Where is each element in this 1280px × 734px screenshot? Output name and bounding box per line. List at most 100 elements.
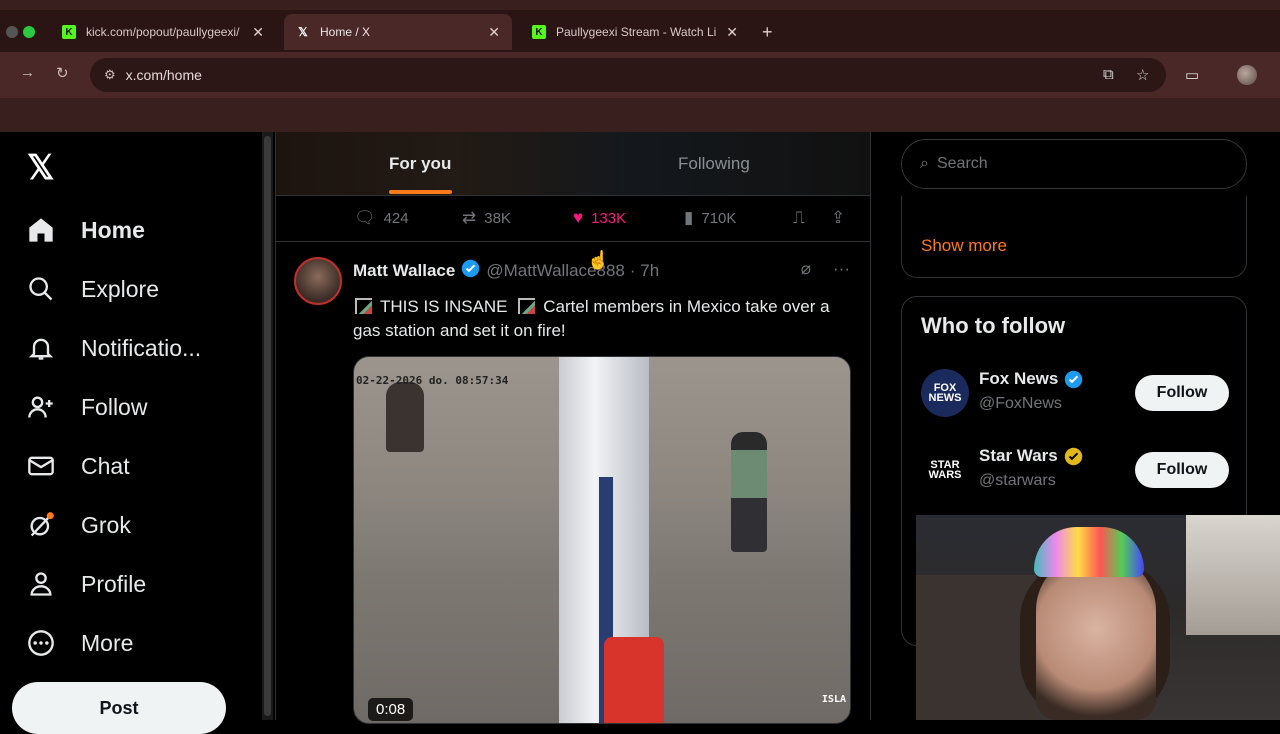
person-icon xyxy=(26,569,56,599)
feed-tabs: For you Following xyxy=(276,132,870,196)
broken-emoji-icon xyxy=(355,298,372,314)
window-control[interactable] xyxy=(6,26,18,38)
suggestion-name: Fox News xyxy=(979,369,1083,389)
profile-avatar[interactable] xyxy=(1237,65,1257,85)
nav-profile[interactable]: Profile xyxy=(26,564,146,604)
add-person-icon xyxy=(26,392,56,422)
forward-icon[interactable]: → xyxy=(20,64,35,81)
tweet-header: Matt Wallace @MattWallace888 · 7h xyxy=(353,259,659,283)
x-logo-icon[interactable]: 𝕏 xyxy=(27,148,54,188)
views-button[interactable]: ▮ 710K xyxy=(684,208,736,228)
video-watermark: ISLA xyxy=(821,694,846,705)
tab-for-you[interactable]: For you xyxy=(389,154,451,174)
nav-notifications[interactable]: Notificatio... xyxy=(26,328,201,368)
webcam-cabinet xyxy=(916,575,1036,720)
nav-chat[interactable]: Chat xyxy=(26,446,130,486)
verified-badge-icon xyxy=(461,259,480,283)
close-icon[interactable]: ✕ xyxy=(488,24,500,41)
address-bar[interactable]: ⚙ x.com/home xyxy=(90,58,1166,92)
repost-count: 38K xyxy=(484,209,511,227)
tweet[interactable]: Matt Wallace @MattWallace888 · 7h ⌀ ··· … xyxy=(276,243,870,724)
suggestion-handle: @FoxNews xyxy=(979,395,1062,412)
repost-button[interactable]: ⇄ 38K xyxy=(462,208,511,228)
bell-icon xyxy=(26,333,56,363)
more-icon[interactable]: ··· xyxy=(833,259,850,279)
follow-button[interactable]: Follow xyxy=(1135,452,1229,488)
video-red-canister xyxy=(604,637,664,723)
nav-notifications-label: Notificatio... xyxy=(81,334,202,361)
view-count: 710K xyxy=(701,209,737,227)
heart-icon: ♥ xyxy=(573,208,584,227)
nav-home[interactable]: Home xyxy=(26,210,145,250)
scrollbar-thumb[interactable] xyxy=(264,136,271,716)
webcam-window xyxy=(1186,515,1280,635)
site-settings-icon[interactable]: ⚙ xyxy=(104,67,116,83)
window-zoom-button[interactable] xyxy=(23,26,35,38)
nav-explore[interactable]: Explore xyxy=(26,269,159,309)
nav-follow-label: Follow xyxy=(81,393,148,420)
reply-button[interactable]: 🗨 424 xyxy=(354,208,409,228)
verified-badge-icon xyxy=(1064,370,1083,389)
left-sidebar: 𝕏 Home Explore Notificatio... Follow Cha… xyxy=(0,132,262,734)
close-icon[interactable]: ✕ xyxy=(726,24,738,41)
main-feed: For you Following 🗨 424 ⇄ 38K ♥ 133K ▮ 7… xyxy=(275,132,871,724)
more-circle-icon xyxy=(26,628,56,658)
follow-suggestion[interactable]: FOX NEWS Fox News @FoxNews Follow xyxy=(921,369,1231,417)
like-count: 133K xyxy=(591,209,627,227)
verified-gold-badge-icon xyxy=(1064,447,1083,466)
home-icon xyxy=(26,215,56,245)
search-icon xyxy=(26,274,56,304)
show-more-link[interactable]: Show more xyxy=(921,236,1007,256)
search-input[interactable]: ⌕ Search xyxy=(901,139,1247,189)
nav-grok-label: Grok xyxy=(81,511,131,538)
star-wars-logo-icon: STAR WARS xyxy=(921,446,969,494)
close-icon[interactable]: ✕ xyxy=(252,24,264,41)
share-icon: ⇪ xyxy=(831,208,846,227)
author-name[interactable]: Matt Wallace xyxy=(353,261,455,281)
search-placeholder: Search xyxy=(936,155,988,172)
tweet-video[interactable]: 02-22-2026 do. 08:57:34 ISLA 0:08 xyxy=(353,356,851,724)
share-button[interactable]: ⇪ xyxy=(831,208,853,228)
grok-icon xyxy=(26,510,56,540)
nav-profile-label: Profile xyxy=(81,570,147,597)
reply-count: 424 xyxy=(383,209,409,227)
bookmark-star-icon[interactable]: ☆ xyxy=(1136,66,1149,84)
tab-search-icon[interactable]: ▭ xyxy=(1185,66,1199,84)
follow-suggestion[interactable]: STAR WARS Star Wars @starwars Follow xyxy=(921,446,1231,494)
new-tab-button[interactable]: + xyxy=(762,22,773,43)
nav-more[interactable]: More xyxy=(26,623,133,663)
tab-following[interactable]: Following xyxy=(678,154,750,174)
active-tab-indicator xyxy=(389,190,452,194)
follow-button[interactable]: Follow xyxy=(1135,375,1229,411)
nav-follow[interactable]: Follow xyxy=(26,387,147,427)
nav-chat-label: Chat xyxy=(81,452,130,479)
x-icon: 𝕏 xyxy=(298,25,308,39)
bookmark-button[interactable]: ⎍ xyxy=(793,208,813,228)
grok-icon[interactable]: ⌀ xyxy=(801,259,811,279)
avatar[interactable] xyxy=(294,257,342,305)
install-app-icon[interactable]: ⧉ xyxy=(1103,66,1114,83)
tweet-time[interactable]: · 7h xyxy=(630,261,659,281)
video-person xyxy=(731,432,767,552)
kick-icon: K xyxy=(532,25,546,39)
repost-icon: ⇄ xyxy=(462,208,477,227)
nav-more-label: More xyxy=(81,629,134,656)
scrollbar[interactable] xyxy=(262,132,273,720)
video-timestamp: 02-22-2026 do. 08:57:34 xyxy=(356,374,509,387)
search-icon: ⌕ xyxy=(920,155,929,172)
browser-tab-kick-stream[interactable]: K Paullygeexi Stream - Watch Li ✕ xyxy=(520,14,750,50)
browser-tab-kick-popout[interactable]: K kick.com/popout/paullygeexi/ ✕ xyxy=(50,14,276,50)
nav-grok[interactable]: Grok xyxy=(26,505,131,545)
suggestion-name: Star Wars xyxy=(979,446,1083,466)
envelope-icon xyxy=(26,451,56,481)
post-button[interactable]: Post xyxy=(12,682,226,734)
video-person xyxy=(386,382,424,452)
tweet-text-part1: THIS IS INSANE xyxy=(380,297,508,316)
nav-home-label: Home xyxy=(81,216,145,243)
chart-icon: ▮ xyxy=(684,208,694,227)
webcam-overlay xyxy=(916,515,1280,720)
browser-tab-home-x[interactable]: 𝕏 Home / X ✕ xyxy=(284,14,512,50)
like-button[interactable]: ♥ 133K xyxy=(573,208,626,228)
previous-tweet-actions: 🗨 424 ⇄ 38K ♥ 133K ▮ 710K ⎍ ⇪ xyxy=(276,196,870,242)
reload-icon[interactable]: ↻ xyxy=(56,64,69,82)
